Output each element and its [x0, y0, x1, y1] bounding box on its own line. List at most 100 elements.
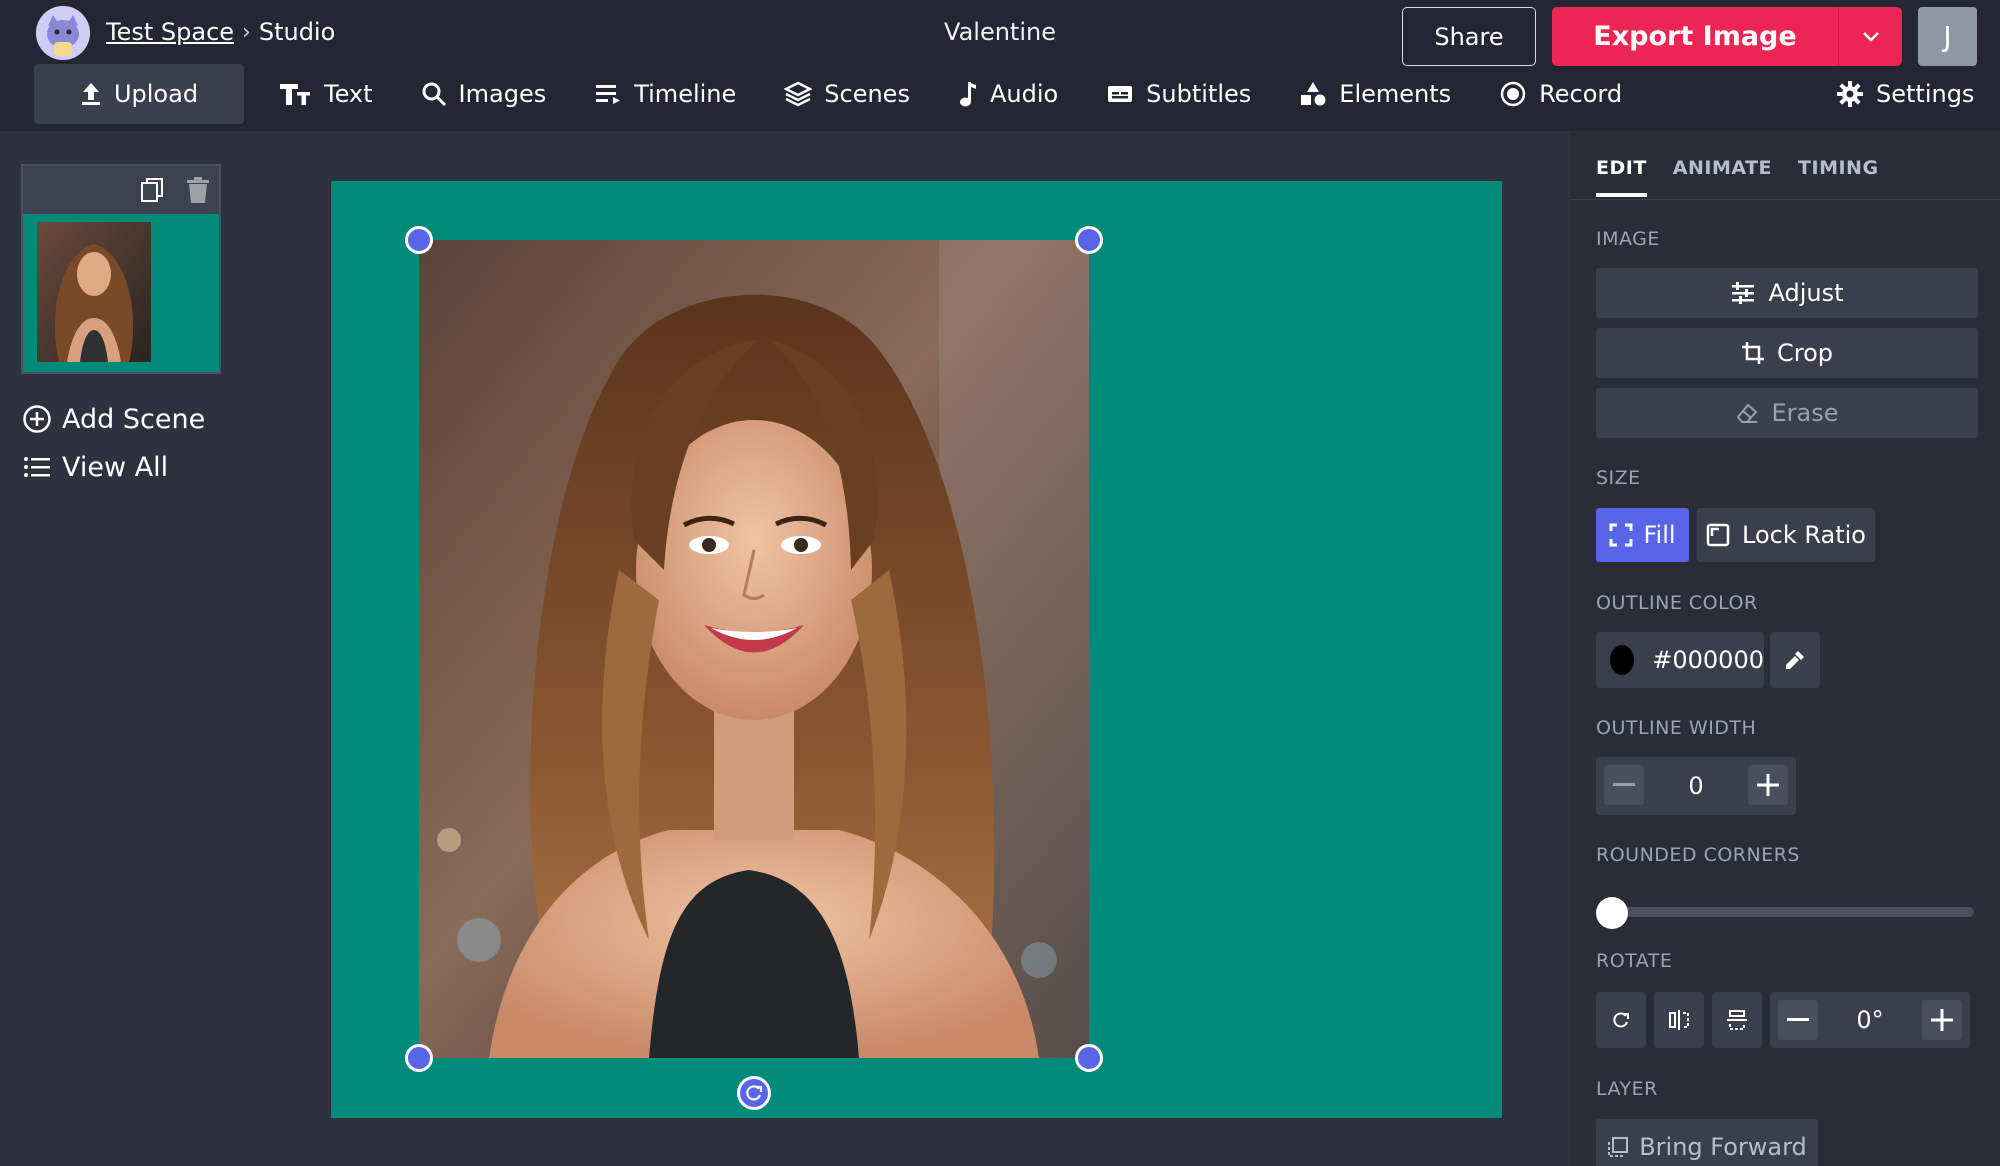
nav-scenes-label: Scenes	[824, 80, 910, 108]
crop-button[interactable]: Crop	[1596, 328, 1978, 378]
flip-vertical-icon	[1727, 1010, 1747, 1030]
outline-width-stepper: 0	[1596, 757, 1796, 815]
upload-button[interactable]: Upload	[34, 64, 244, 124]
rounded-corners-slider-track[interactable]	[1614, 907, 1974, 917]
breadcrumb-separator: ›	[242, 19, 251, 45]
rotate-90-button[interactable]	[1596, 992, 1646, 1048]
chevron-down-icon	[1862, 31, 1879, 42]
resize-handle-top-left[interactable]	[405, 226, 433, 254]
outline-width-increment[interactable]	[1748, 765, 1788, 805]
nav-images-label: Images	[458, 80, 547, 108]
settings-label: Settings	[1876, 80, 1975, 108]
layer-section-label: LAYER	[1596, 1078, 1658, 1100]
project-title[interactable]: Valentine	[880, 18, 1120, 46]
nav-audio[interactable]: Audio	[934, 64, 1082, 124]
music-note-icon	[959, 82, 976, 107]
record-icon	[1500, 81, 1526, 107]
outline-width-decrement[interactable]	[1604, 765, 1644, 805]
nav-record[interactable]: Record	[1475, 64, 1646, 124]
user-avatar[interactable]: J	[1918, 7, 1977, 66]
nav-record-label: Record	[1539, 80, 1623, 108]
resize-handle-bottom-right[interactable]	[1075, 1044, 1103, 1072]
color-swatch	[1610, 645, 1635, 675]
scene-card-toolbar	[23, 166, 219, 214]
nav-timeline-label: Timeline	[634, 80, 737, 108]
nav-subtitles-label: Subtitles	[1146, 80, 1252, 108]
plus-icon	[1931, 1009, 1953, 1031]
erase-button[interactable]: Erase	[1596, 388, 1978, 438]
breadcrumb-workspace-link[interactable]: Test Space	[106, 18, 234, 46]
nav-scenes[interactable]: Scenes	[760, 64, 934, 124]
crop-label: Crop	[1776, 339, 1833, 367]
outline-width-value[interactable]: 0	[1652, 757, 1740, 815]
search-icon	[422, 82, 446, 107]
nav-audio-label: Audio	[989, 80, 1059, 108]
nav-text-label: Text	[324, 80, 373, 108]
plus-icon	[1757, 774, 1779, 796]
list-icon	[24, 457, 50, 477]
rounded-corners-slider-knob[interactable]	[1596, 897, 1628, 929]
rotate-icon	[1613, 1012, 1629, 1028]
rotate-increment[interactable]	[1922, 1000, 1962, 1040]
workspace-logo[interactable]	[36, 6, 90, 60]
tabs-divider	[1570, 199, 2000, 200]
nav-elements-label: Elements	[1339, 80, 1452, 108]
main-toolbar: Upload Text Images Timeline Scenes Audio…	[34, 64, 1646, 124]
scene-thumbnail-card[interactable]	[21, 164, 221, 374]
crop-icon	[1741, 342, 1764, 364]
eyedropper-icon	[1786, 651, 1804, 669]
share-button[interactable]: Share	[1402, 7, 1536, 66]
aspect-ratio-icon	[1706, 523, 1730, 547]
rotate-decrement[interactable]	[1778, 1000, 1818, 1040]
outline-color-field[interactable]: #000000	[1596, 632, 1764, 688]
settings-button[interactable]: Settings	[1836, 64, 1974, 124]
resize-handle-top-right[interactable]	[1075, 226, 1103, 254]
shapes-icon	[1301, 82, 1326, 106]
layers-icon	[784, 81, 813, 107]
top-bar: Test Space › Studio Valentine Share Expo…	[0, 0, 2000, 131]
rotate-angle-value[interactable]: 0°	[1826, 992, 1914, 1048]
rotate-handle[interactable]	[737, 1076, 771, 1110]
add-scene-label: Add Scene	[62, 403, 206, 435]
tab-edit[interactable]: EDIT	[1596, 157, 1647, 197]
flip-vertical-button[interactable]	[1712, 992, 1762, 1048]
adjust-button[interactable]: Adjust	[1596, 268, 1978, 318]
nav-text[interactable]: Text	[254, 64, 397, 124]
erase-label: Erase	[1771, 399, 1839, 427]
eraser-icon	[1737, 403, 1758, 423]
outline-color-value: #000000	[1652, 646, 1764, 674]
rotate-icon	[746, 1085, 763, 1101]
view-all-button[interactable]: View All	[22, 447, 168, 487]
tab-timing[interactable]: TIMING	[1798, 157, 1879, 197]
image-section-label: IMAGE	[1596, 228, 1660, 250]
fill-button[interactable]: Fill	[1596, 508, 1689, 562]
size-section-label: SIZE	[1596, 467, 1641, 489]
flip-horizontal-button[interactable]	[1654, 992, 1704, 1048]
flip-horizontal-icon	[1669, 1010, 1689, 1030]
fill-label: Fill	[1643, 521, 1676, 549]
selected-image[interactable]	[419, 240, 1089, 1058]
lock-ratio-button[interactable]: Lock Ratio	[1697, 508, 1875, 562]
minus-icon	[1787, 1018, 1809, 1021]
duplicate-icon[interactable]	[137, 175, 167, 205]
export-options-button[interactable]	[1838, 7, 1902, 66]
rotate-angle-stepper: 0°	[1770, 992, 1970, 1048]
bring-forward-button[interactable]: Bring Forward	[1596, 1119, 1818, 1166]
add-scene-button[interactable]: Add Scene	[22, 399, 205, 439]
nav-subtitles[interactable]: Subtitles	[1082, 64, 1275, 124]
lock-ratio-label: Lock Ratio	[1742, 521, 1866, 549]
text-icon	[280, 84, 310, 105]
view-all-label: View All	[62, 451, 169, 483]
tab-animate[interactable]: ANIMATE	[1673, 157, 1772, 197]
bring-forward-label: Bring Forward	[1639, 1133, 1807, 1161]
outline-width-section-label: OUTLINE WIDTH	[1596, 717, 1757, 739]
trash-icon[interactable]	[183, 175, 213, 205]
resize-handle-bottom-left[interactable]	[405, 1044, 433, 1072]
nav-timeline[interactable]: Timeline	[570, 64, 760, 124]
nav-images[interactable]: Images	[397, 64, 571, 124]
bring-forward-icon	[1608, 1137, 1629, 1157]
timeline-icon	[596, 85, 621, 104]
export-image-button[interactable]: Export Image	[1552, 7, 1838, 66]
eyedropper-button[interactable]	[1770, 632, 1820, 688]
nav-elements[interactable]: Elements	[1275, 64, 1475, 124]
